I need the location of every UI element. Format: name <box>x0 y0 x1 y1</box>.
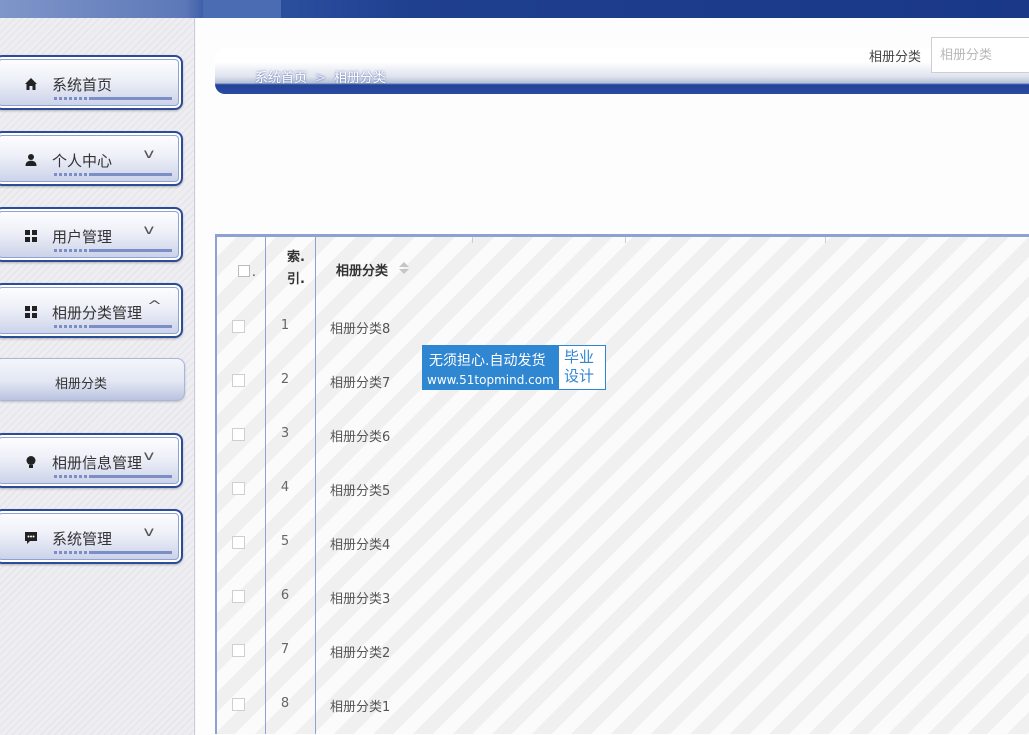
table-row[interactable]: 4 相册分类5 <box>217 462 1029 516</box>
sidebar-subitem-album-category[interactable]: 相册分类 <box>0 358 185 401</box>
row-checkbox[interactable] <box>232 428 245 441</box>
row-category-name: 相册分类5 <box>330 484 391 499</box>
sidebar-item-users[interactable]: 用户管理 v <box>0 207 183 262</box>
table-header: . 索. 引. 相册分类 <box>217 237 1029 300</box>
row-index: 5 <box>280 534 290 549</box>
sidebar-item-label: 系统管理 <box>52 530 113 548</box>
menu-decoration <box>54 475 172 478</box>
row-index: 4 <box>280 480 290 495</box>
search-input[interactable] <box>931 37 1029 73</box>
table-row[interactable]: 2 相册分类7 <box>217 354 1029 408</box>
sidebar-item-label: 用户管理 <box>52 228 113 246</box>
menu-decoration <box>54 249 172 252</box>
watermark-line2: www.51topmind.com <box>427 373 554 387</box>
top-bar <box>0 0 1029 18</box>
sidebar-item-label: 系统首页 <box>52 76 113 94</box>
row-category-name: 相册分类7 <box>330 376 391 391</box>
menu-decoration <box>54 551 172 554</box>
watermark-badge: 无须担心.自动发货 www.51topmind.com 毕业设计 <box>422 345 606 390</box>
top-bar-segment <box>203 0 281 18</box>
user-icon <box>25 154 37 166</box>
select-all-checkbox[interactable] <box>238 265 250 277</box>
header-divider <box>825 237 826 243</box>
chevron-down-icon: v <box>143 525 155 540</box>
row-index: 6 <box>280 588 290 603</box>
watermark-left: 无须担心.自动发货 www.51topmind.com <box>423 346 559 389</box>
grid-icon <box>25 230 37 242</box>
row-category-name: 相册分类8 <box>330 322 391 337</box>
chevron-down-icon: v <box>143 223 155 238</box>
sidebar-item-label: 相册分类管理 <box>52 304 143 322</box>
table-row[interactable]: 7 相册分类2 <box>217 624 1029 678</box>
sidebar-item-label: 个人中心 <box>52 152 113 170</box>
row-checkbox[interactable] <box>232 482 245 495</box>
header-divider <box>625 237 626 243</box>
chevron-down-icon: v <box>143 449 155 464</box>
chevron-down-icon: v <box>143 147 155 162</box>
row-checkbox[interactable] <box>232 644 245 657</box>
header-divider <box>472 237 473 243</box>
row-index: 7 <box>280 642 290 657</box>
breadcrumb: 系统首页 > 相册分类 <box>255 67 386 86</box>
grid-icon <box>25 306 37 318</box>
row-checkbox[interactable] <box>232 590 245 603</box>
sort-icon[interactable] <box>399 259 409 275</box>
row-index: 3 <box>280 426 290 441</box>
row-category-name: 相册分类2 <box>330 646 391 661</box>
row-index: 2 <box>280 372 290 387</box>
bulb-icon <box>26 456 36 468</box>
sidebar: 系统首页 个人中心 v 用户管理 v 相册分类管理 ^ 相册分类 相册信息管理 … <box>0 18 195 735</box>
watermark-line1: 无须担心.自动发货 <box>429 353 546 369</box>
category-column-header[interactable]: 相册分类 <box>336 260 388 279</box>
row-category-name: 相册分类1 <box>330 700 391 715</box>
table-row[interactable]: 8 相册分类1 <box>217 678 1029 732</box>
table-row[interactable]: 1 相册分类8 <box>217 300 1029 354</box>
menu-decoration <box>54 97 172 100</box>
sidebar-item-home[interactable]: 系统首页 <box>0 55 183 110</box>
sidebar-subitem-label: 相册分类 <box>55 377 108 392</box>
table-row[interactable]: 3 相册分类6 <box>217 408 1029 462</box>
breadcrumb-separator: > <box>315 71 326 86</box>
home-icon <box>25 78 37 90</box>
row-checkbox[interactable] <box>232 320 245 333</box>
table-row[interactable]: 5 相册分类4 <box>217 516 1029 570</box>
index-column-header: 索. 引. <box>287 250 305 287</box>
watermark-side: 毕业设计 <box>564 348 595 385</box>
row-index: 8 <box>280 696 290 711</box>
search-label: 相册分类 <box>869 50 922 65</box>
row-checkbox[interactable] <box>232 374 245 387</box>
sidebar-item-system[interactable]: 系统管理 v <box>0 509 183 564</box>
breadcrumb-home[interactable]: 系统首页 <box>255 71 307 86</box>
table-row[interactable]: 6 相册分类3 <box>217 570 1029 624</box>
chat-icon <box>25 532 37 544</box>
row-category-name: 相册分类6 <box>330 430 391 445</box>
row-category-name: 相册分类3 <box>330 592 391 607</box>
data-table: . 索. 引. 相册分类 1 相册分类8 2 相册分类7 3 相册分类6 4 相册分类5 5 相册… <box>215 234 1029 734</box>
chevron-up-icon: ^ <box>146 299 163 314</box>
sidebar-item-album-category-management[interactable]: 相册分类管理 ^ <box>0 283 183 338</box>
checkbox-header-text: . <box>252 265 256 279</box>
sidebar-item-label: 相册信息管理 <box>52 454 143 472</box>
menu-decoration <box>54 173 172 176</box>
breadcrumb-current: 相册分类 <box>333 71 386 86</box>
main-content: 系统首页>相册分类 相册分类 . 索. 引. 相册分类 1相册分类82相册分类7… <box>196 18 1029 735</box>
menu-decoration <box>54 325 172 328</box>
row-checkbox[interactable] <box>232 698 245 711</box>
row-index: 1 <box>280 318 290 333</box>
sidebar-item-profile[interactable]: 个人中心 v <box>0 131 183 186</box>
sidebar-item-album-info-management[interactable]: 相册信息管理 v <box>0 433 183 488</box>
row-category-name: 相册分类4 <box>330 538 391 553</box>
row-checkbox[interactable] <box>232 536 245 549</box>
